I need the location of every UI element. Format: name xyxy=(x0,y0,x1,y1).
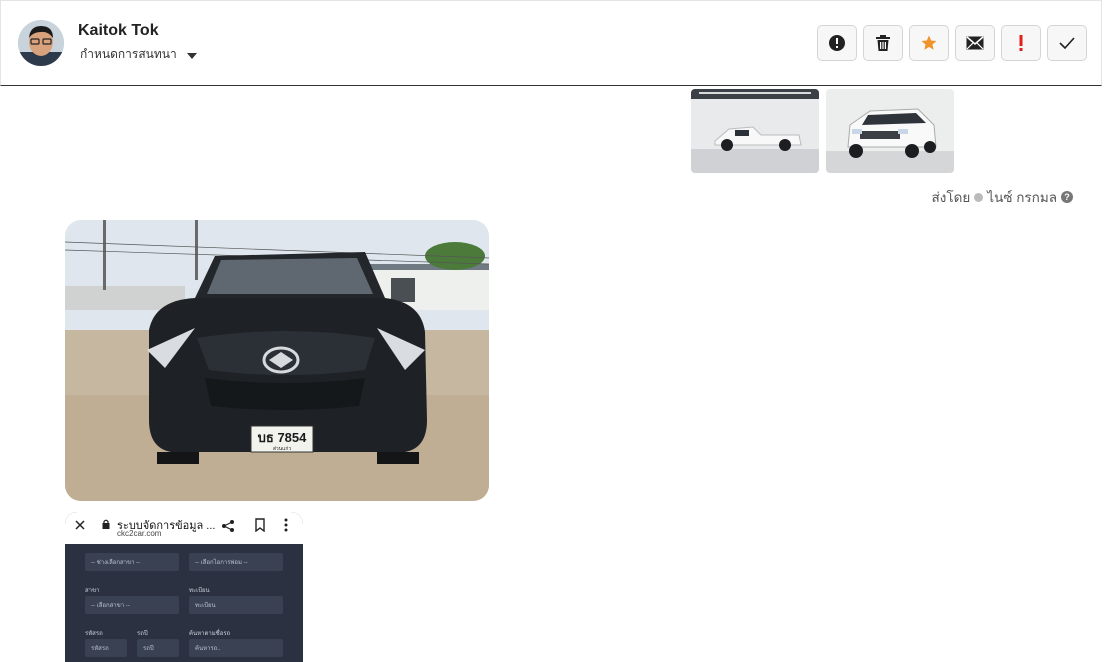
form-input: รหัสรถ xyxy=(85,639,127,657)
exclamation-icon xyxy=(1019,35,1023,51)
form-label: สาขา xyxy=(85,588,100,594)
form-select: -- ช่างเลือกสาขา -- xyxy=(85,553,179,571)
avatar[interactable] xyxy=(18,20,64,66)
form-label: ทะเบียน xyxy=(189,588,210,594)
help-icon[interactable]: ? xyxy=(1061,191,1073,203)
form-label: ค้นหาตามชื่อรถ xyxy=(189,631,231,637)
alert-circle-icon xyxy=(829,35,845,51)
mail-button[interactable] xyxy=(955,25,995,61)
mark-done-button[interactable] xyxy=(1047,25,1087,61)
car-photo[interactable]: บธ 7854 ส่วนแก่ว xyxy=(65,220,489,501)
sender-name: ไนซ์ กรกมล xyxy=(987,190,1057,205)
browser-url: ckc2car.com xyxy=(117,529,162,538)
form-input: ทะเบียน xyxy=(189,596,283,614)
mail-icon xyxy=(966,36,984,50)
delete-button[interactable] xyxy=(863,25,903,61)
caret-down-icon xyxy=(186,52,197,59)
sent-by-line: ส่งโดย ไนซ์ กรกมล ? xyxy=(932,186,1073,208)
form-input: ค้นหารถ.. xyxy=(189,639,283,657)
form-select: -- เลือกไอการพ่อม -- xyxy=(189,553,283,571)
mark-important-button[interactable] xyxy=(1001,25,1041,61)
conversation-schedule-label: กำหนดการสนทนา xyxy=(80,47,177,61)
more-vertical-icon xyxy=(284,518,288,532)
lock-icon xyxy=(102,519,110,529)
form-label: รหัสรถ xyxy=(85,631,103,637)
report-button[interactable] xyxy=(817,25,857,61)
sent-by-label: ส่งโดย xyxy=(931,190,971,205)
close-icon xyxy=(75,520,85,530)
verified-dot-icon xyxy=(974,192,984,202)
license-plate-province: ส่วนแก่ว xyxy=(273,446,292,452)
license-plate-number: บธ 7854 xyxy=(258,430,307,445)
attachment-image[interactable] xyxy=(691,89,819,173)
form-select: -- เลือกสาขา -- xyxy=(85,596,179,614)
conversation-header: Kaitok Tok กำหนดการสนทนา xyxy=(0,0,1102,86)
share-icon xyxy=(222,520,234,532)
contact-name: Kaitok Tok xyxy=(78,22,159,39)
phone-screenshot-image[interactable]: ระบบจัดการข้อมูล ... ckc2car.com -- ช่าง… xyxy=(65,512,303,662)
star-icon xyxy=(921,35,937,50)
form-input: รถปี xyxy=(137,639,179,657)
form-label: รถปี xyxy=(137,631,148,637)
action-toolbar xyxy=(817,25,1087,61)
attachment-image[interactable] xyxy=(826,89,954,173)
conversation-schedule-dropdown[interactable]: กำหนดการสนทนา xyxy=(80,45,197,64)
browser-bar: ระบบจัดการข้อมูล ... ckc2car.com xyxy=(65,512,303,544)
bookmark-icon xyxy=(255,518,265,532)
screenshot-form: -- ช่างเลือกสาขา -- -- เลือกไอการพ่อม --… xyxy=(65,544,303,662)
trash-icon xyxy=(876,35,890,51)
check-icon xyxy=(1059,37,1075,49)
star-button[interactable] xyxy=(909,25,949,61)
